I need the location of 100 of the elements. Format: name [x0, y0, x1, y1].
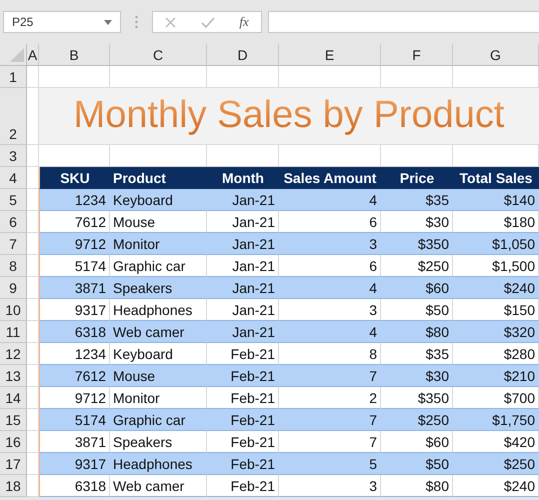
table-cell: 9712: [39, 387, 110, 409]
table-cell: $60: [381, 277, 453, 299]
table-cell: $700: [453, 387, 539, 409]
table-cell: Graphic car: [110, 255, 207, 277]
table-cell: Mouse: [110, 365, 207, 387]
row-header[interactable]: 15: [0, 409, 27, 431]
row-header[interactable]: 12: [0, 343, 27, 365]
column-heading: Month: [207, 167, 279, 189]
table-cell: 9317: [39, 299, 110, 321]
column-header[interactable]: E: [279, 44, 381, 66]
insert-function-button[interactable]: fx: [239, 14, 249, 30]
formula-input[interactable]: [268, 11, 539, 33]
table-cell: 7612: [39, 365, 110, 387]
table-cell: 3871: [39, 277, 110, 299]
table-cell: $35: [381, 343, 453, 365]
table-cell: Jan-21: [207, 321, 279, 343]
row-header[interactable]: 17: [0, 453, 27, 475]
table-cell: 6: [279, 211, 381, 233]
table-cell: Jan-21: [207, 233, 279, 255]
select-all-icon[interactable]: [10, 48, 24, 62]
table-cell: Feb-21: [207, 409, 279, 431]
empty-cell[interactable]: [27, 145, 39, 167]
cell-reference: P25: [12, 15, 34, 29]
table-cell: $350: [381, 233, 453, 255]
row-header[interactable]: 9: [0, 277, 27, 299]
column-header[interactable]: B: [39, 44, 110, 66]
table-cell: $210: [453, 365, 539, 387]
table-cell: Web camer: [110, 475, 207, 497]
name-box[interactable]: P25: [3, 11, 121, 33]
row-header[interactable]: 14: [0, 387, 27, 409]
table-cell: Mouse: [110, 211, 207, 233]
table-cell: Feb-21: [207, 453, 279, 475]
row-header[interactable]: 3: [0, 145, 27, 167]
table-cell: $80: [381, 321, 453, 343]
table-cell: 2: [279, 387, 381, 409]
table-cell: 4: [279, 277, 381, 299]
row-header[interactable]: 1: [0, 66, 27, 88]
column-heading: Price: [381, 167, 453, 189]
table-cell: Jan-21: [207, 189, 279, 211]
row-header[interactable]: 6: [0, 211, 27, 233]
column-heading: Total Sales: [453, 167, 539, 189]
table-cell: $1,500: [453, 255, 539, 277]
table-cell: $140: [453, 189, 539, 211]
table-cell: 7612: [39, 211, 110, 233]
table-cell: Feb-21: [207, 475, 279, 497]
table-cell: 5174: [39, 409, 110, 431]
row-header[interactable]: 4: [0, 167, 27, 189]
table-cell: 3871: [39, 431, 110, 453]
row-header[interactable]: 8: [0, 255, 27, 277]
column-header[interactable]: C: [110, 44, 207, 66]
table-cell: $420: [453, 431, 539, 453]
table-cell: 1234: [39, 343, 110, 365]
column-header[interactable]: A: [27, 44, 39, 66]
table-cell: Keyboard: [110, 343, 207, 365]
table-cell: Web camer: [110, 321, 207, 343]
table-cell: Monitor: [110, 233, 207, 255]
table-cell: Feb-21: [207, 365, 279, 387]
table-cell: 6: [279, 255, 381, 277]
row-header[interactable]: 13: [0, 365, 27, 387]
row-header[interactable]: 10: [0, 299, 27, 321]
column-header[interactable]: F: [381, 44, 453, 66]
table-cell: Graphic car: [110, 409, 207, 431]
table-cell: Feb-21: [207, 343, 279, 365]
table-cell: 5: [279, 453, 381, 475]
row-header[interactable]: 5: [0, 189, 27, 211]
column-heading: Product: [110, 167, 207, 189]
table-cell: $250: [381, 255, 453, 277]
table-cell: $1,750: [453, 409, 539, 431]
column-header[interactable]: D: [207, 44, 279, 66]
table-cell: $280: [453, 343, 539, 365]
table-cell: $240: [453, 475, 539, 497]
dropdown-icon[interactable]: [104, 20, 112, 24]
table-cell: $80: [381, 475, 453, 497]
table-cell: Monitor: [110, 387, 207, 409]
table-cell: $50: [381, 299, 453, 321]
table-cell: 7: [279, 409, 381, 431]
row-header[interactable]: 18: [0, 475, 27, 497]
table-cell: $35: [381, 189, 453, 211]
table-cell: 4: [279, 189, 381, 211]
column-header[interactable]: G: [453, 44, 539, 66]
table-cell: 6318: [39, 475, 110, 497]
row-header[interactable]: 11: [0, 321, 27, 343]
table-cell: $30: [381, 365, 453, 387]
table-cell: 3: [279, 299, 381, 321]
cancel-icon[interactable]: [165, 16, 176, 28]
table-cell: $240: [453, 277, 539, 299]
check-icon[interactable]: [200, 16, 215, 28]
row-header[interactable]: 16: [0, 431, 27, 453]
table-cell: $30: [381, 211, 453, 233]
grip-icon: [135, 15, 138, 29]
table-cell: 3: [279, 475, 381, 497]
table-cell: 7: [279, 365, 381, 387]
table-cell: Headphones: [110, 299, 207, 321]
table-cell: 4: [279, 321, 381, 343]
table-cell: 3: [279, 233, 381, 255]
table-cell: Feb-21: [207, 431, 279, 453]
table-cell: Speakers: [110, 277, 207, 299]
row-header[interactable]: 7: [0, 233, 27, 255]
table-cell: Headphones: [110, 453, 207, 475]
row-header[interactable]: 2: [0, 88, 27, 145]
